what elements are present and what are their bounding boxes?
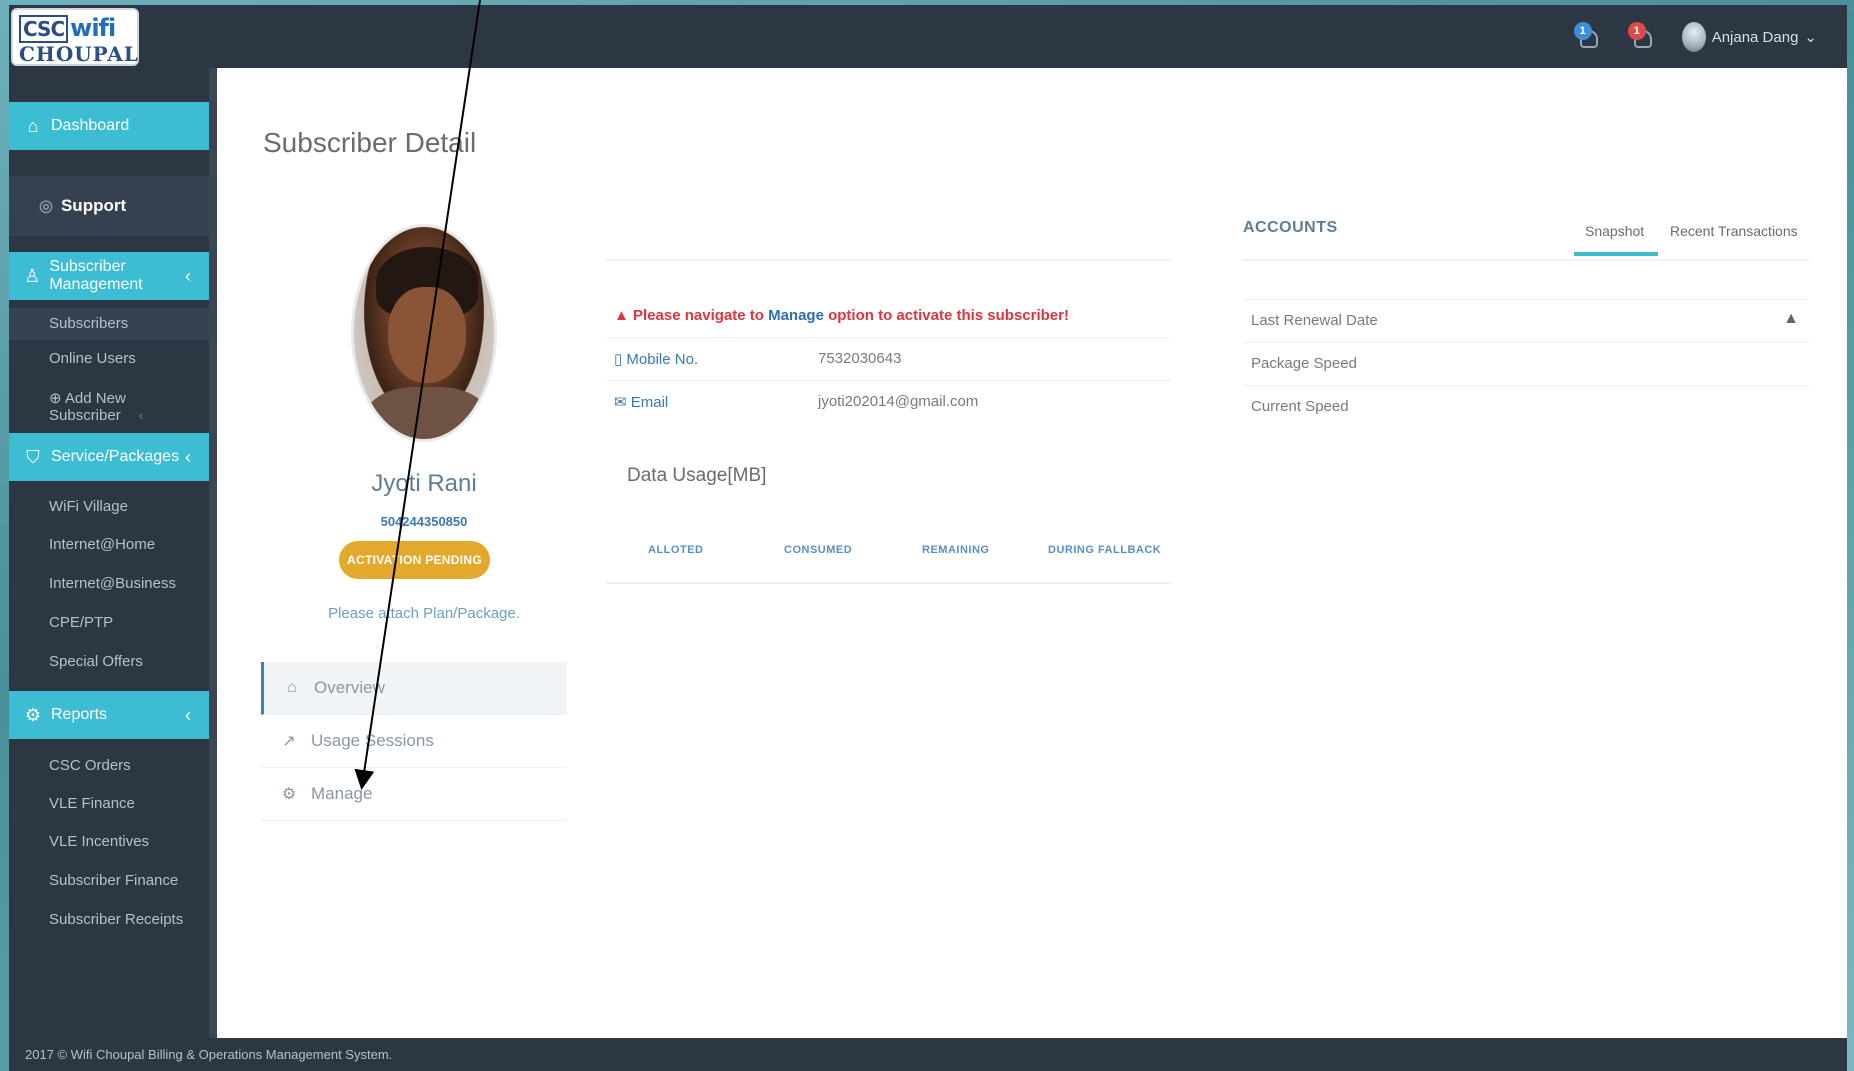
sidebar-item-reports[interactable]: ⚙ Reports ‹ — [9, 691, 209, 739]
detail-row-email: ✉ Email jyoti202014@gmail.com — [606, 380, 1171, 423]
warning-icon: ▲ — [1783, 310, 1799, 327]
subscriber-id: 504244350850 — [380, 514, 468, 529]
home-icon: ⌂ — [287, 679, 297, 696]
mobile-value: 7532030643 — [818, 350, 902, 367]
sidebar-item-vle-finance[interactable]: VLE Finance — [49, 795, 135, 812]
top-bar: CSC wifi CHOUPAL 1 1 Anjana Dang ⌄ — [9, 5, 1847, 68]
user-name: Anjana Dang — [1711, 28, 1799, 46]
support-icon: ◎ — [39, 198, 53, 215]
data-usage-header: ALLOTED CONSUMED REMAINING DURING FALLBA… — [606, 536, 1171, 584]
plus-circle-icon: ⊕ — [49, 390, 65, 407]
usage-col-alloted: ALLOTED — [648, 544, 704, 556]
chevron-left-icon: ‹ — [138, 407, 144, 424]
tab-recent-transactions[interactable]: Recent Transactions — [1670, 223, 1798, 239]
chevron-left-icon: ‹ — [185, 704, 191, 725]
subscriber-photo — [351, 224, 497, 442]
sidebar-item-internet-home[interactable]: Internet@Home — [49, 536, 155, 553]
activation-alert: ▲ Please navigate to Manage option to ac… — [614, 307, 1069, 324]
tag-icon: ⛉ — [26, 446, 40, 467]
logo-wifi: wifi — [70, 14, 116, 42]
sidebar-item-cpe-ptp[interactable]: CPE/PTP — [49, 614, 113, 631]
data-usage-title: Data Usage[MB] — [627, 465, 767, 486]
tab-manage[interactable]: ⚙ Manage — [261, 768, 567, 821]
chevron-left-icon: ‹ — [185, 446, 191, 467]
logo[interactable]: CSC wifi CHOUPAL — [11, 8, 139, 66]
sidebar-item-subscribers[interactable]: Subscribers — [9, 308, 209, 340]
detail-row-mobile: ▯ Mobile No. 7532030643 — [606, 337, 1171, 380]
chevron-left-icon: ‹ — [185, 265, 191, 286]
manage-link[interactable]: Manage — [768, 307, 824, 324]
accounts-title: ACCOUNTS — [1243, 219, 1338, 236]
cart-badge: 1 — [1627, 22, 1646, 40]
sidebar-item-special-offers[interactable]: Special Offers — [49, 653, 143, 670]
mobile-icon: ▯ — [614, 351, 627, 368]
usage-col-consumed: CONSUMED — [784, 544, 853, 556]
sidebar-item-csc-orders[interactable]: CSC Orders — [49, 757, 131, 774]
notification-bell-icon[interactable]: 1 — [1573, 22, 1602, 52]
tab-overview[interactable]: ⌂ Overview — [261, 662, 567, 715]
logo-choupal: CHOUPAL — [19, 42, 139, 66]
usage-col-fallback: DURING FALLBACK — [1048, 544, 1162, 556]
gear-icon: ⚙ — [24, 704, 42, 725]
sidebar-item-add-new-subscriber[interactable]: ⊕ Add New Subscriber ‹ — [49, 389, 209, 424]
sidebar-item-dashboard[interactable]: ⌂ Dashboard — [9, 102, 209, 150]
account-row-last-renewal: Last Renewal Date ▲ — [1243, 299, 1809, 342]
email-value: jyoti202014@gmail.com — [818, 393, 979, 410]
tab-snapshot[interactable]: Snapshot — [1585, 223, 1644, 239]
notification-badge: 1 — [1573, 22, 1592, 40]
home-icon: ⌂ — [27, 115, 39, 136]
divider — [606, 259, 1171, 261]
sidebar-item-wifi-village[interactable]: WiFi Village — [49, 498, 128, 515]
sidebar-edge — [209, 68, 217, 1038]
warning-icon: ▲ — [614, 307, 634, 324]
subscriber-nav: ⌂ Overview ↗ Usage Sessions ⚙ Manage — [261, 662, 567, 821]
sidebar-item-service-packages[interactable]: ⛉ Service/Packages ‹ — [9, 433, 209, 481]
active-tab-indicator — [1574, 252, 1658, 256]
sidebar-item-vle-incentives[interactable]: VLE Incentives — [49, 833, 149, 850]
attach-plan-note[interactable]: Please attach Plan/Package. — [309, 605, 539, 622]
top-icons: 1 1 Anjana Dang ⌄ — [1573, 19, 1817, 55]
tab-usage-sessions[interactable]: ↗ Usage Sessions — [261, 715, 567, 768]
account-row-package-speed: Package Speed — [1243, 342, 1809, 385]
chevron-down-icon: ⌄ — [1804, 29, 1817, 46]
subscriber-name: Jyoti Rani — [371, 470, 477, 497]
envelope-icon: ✉ — [614, 394, 631, 411]
sidebar: ⌂ Dashboard ◎ Support ♙ Subscriber Manag… — [9, 68, 209, 1038]
cart-icon[interactable]: 1 — [1627, 22, 1656, 52]
sidebar-item-support[interactable]: ◎ Support — [9, 176, 209, 236]
sidebar-item-online-users[interactable]: Online Users — [49, 350, 136, 367]
account-row-current-speed: Current Speed — [1243, 385, 1809, 428]
user-avatar — [1681, 22, 1706, 52]
divider — [1243, 259, 1809, 261]
sidebar-item-internet-business[interactable]: Internet@Business — [49, 575, 176, 592]
sidebar-item-subscriber-management[interactable]: ♙ Subscriber Management ‹ — [9, 252, 209, 300]
user-icon: ♙ — [24, 265, 41, 286]
chart-line-icon: ↗ — [282, 733, 296, 750]
sidebar-item-subscriber-finance[interactable]: Subscriber Finance — [49, 872, 178, 889]
app-window: CSC wifi CHOUPAL 1 1 Anjana Dang ⌄ ⌂ Dash… — [9, 5, 1847, 1071]
logo-csc: CSC — [19, 15, 69, 43]
footer: 2017 © Wifi Choupal Billing & Operations… — [9, 1038, 1847, 1071]
usage-col-remaining: REMAINING — [922, 544, 990, 556]
activation-status-badge[interactable]: ACTIVATION PENDING — [339, 541, 490, 579]
gear-icon: ⚙ — [281, 786, 297, 803]
user-menu[interactable]: Anjana Dang ⌄ — [1681, 22, 1817, 52]
page-title: Subscriber Detail — [263, 127, 477, 158]
sidebar-item-subscriber-receipts[interactable]: Subscriber Receipts — [49, 911, 183, 928]
